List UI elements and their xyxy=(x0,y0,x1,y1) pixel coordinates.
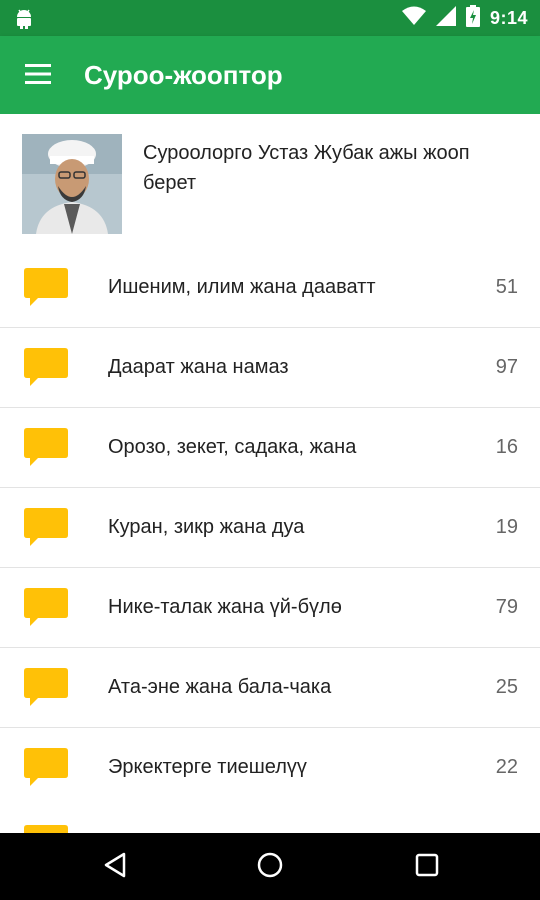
navigation-bar xyxy=(0,833,540,900)
list-item-label: Куран, зикр жана дуа xyxy=(108,516,305,538)
chat-bubble-icon xyxy=(24,588,68,628)
back-icon xyxy=(103,852,127,883)
chat-bubble-icon xyxy=(24,348,68,388)
list-item-count: 97 xyxy=(495,356,518,378)
header-card[interactable]: Суроолорго Устаз Жубак ажы жооп берет xyxy=(0,114,540,249)
chat-bubble-icon xyxy=(24,748,68,788)
chat-bubble-icon xyxy=(24,825,68,833)
list-item-label: Эркектерге тиешелүү xyxy=(108,756,307,778)
app-bar: Суроо-жооптор xyxy=(0,36,540,114)
status-time: 9:14 xyxy=(489,7,528,28)
chat-bubble-icon xyxy=(24,668,68,708)
list-item-count: 16 xyxy=(495,436,518,458)
chat-bubble-icon xyxy=(24,508,68,548)
list-item[interactable]: Эркектерге тиешелүү 22 xyxy=(0,728,540,808)
menu-icon xyxy=(25,63,51,89)
list-item[interactable]: Куран, зикр жана дуа 19 xyxy=(0,488,540,568)
list-item-label: Ишеним, илим жана дааватт xyxy=(108,276,376,298)
list-item-label: Нике-талак жана үй-бүлө xyxy=(108,596,342,618)
list-item-label: Ата-эне жана бала-чака xyxy=(108,676,332,698)
header-text: Суроолорго Устаз Жубак ажы жооп берет xyxy=(143,142,470,194)
recents-button[interactable] xyxy=(407,847,447,887)
list-item-count: 25 xyxy=(495,676,518,698)
list-item-count: 22 xyxy=(495,756,518,778)
list-item-label: Даарат жана намаз xyxy=(108,356,289,378)
status-bar: 9:14 xyxy=(0,0,540,36)
home-icon xyxy=(256,851,284,884)
signal-icon xyxy=(435,5,456,31)
list-item-partial[interactable] xyxy=(0,805,540,833)
list-item[interactable]: Даарат жана намаз 97 xyxy=(0,328,540,408)
home-button[interactable] xyxy=(250,847,290,887)
chat-bubble-icon xyxy=(24,428,68,468)
category-list: Ишеним, илим жана дааватт 51 Даарат жана… xyxy=(0,248,540,808)
chat-bubble-icon xyxy=(24,268,68,308)
back-button[interactable] xyxy=(95,847,135,887)
list-item[interactable]: Ата-эне жана бала-чака 25 xyxy=(0,648,540,728)
wifi-icon xyxy=(401,6,426,31)
list-item[interactable]: Нике-талак жана үй-бүлө 79 xyxy=(0,568,540,648)
page-title: Суроо-жооптор xyxy=(84,60,283,90)
list-item-count: 79 xyxy=(495,596,518,618)
list-item-count: 51 xyxy=(495,276,518,298)
list-item-count: 19 xyxy=(495,516,518,538)
list-item[interactable]: Ишеним, илим жана дааватт 51 xyxy=(0,248,540,328)
list-item[interactable]: Орозо, зекет, садака, жана 16 xyxy=(0,408,540,488)
list-item-label: Орозо, зекет, садака, жана xyxy=(108,436,357,458)
battery-icon xyxy=(465,4,480,32)
android-icon xyxy=(14,8,34,35)
recents-icon xyxy=(415,853,439,882)
avatar xyxy=(22,134,122,234)
menu-button[interactable] xyxy=(16,54,60,98)
